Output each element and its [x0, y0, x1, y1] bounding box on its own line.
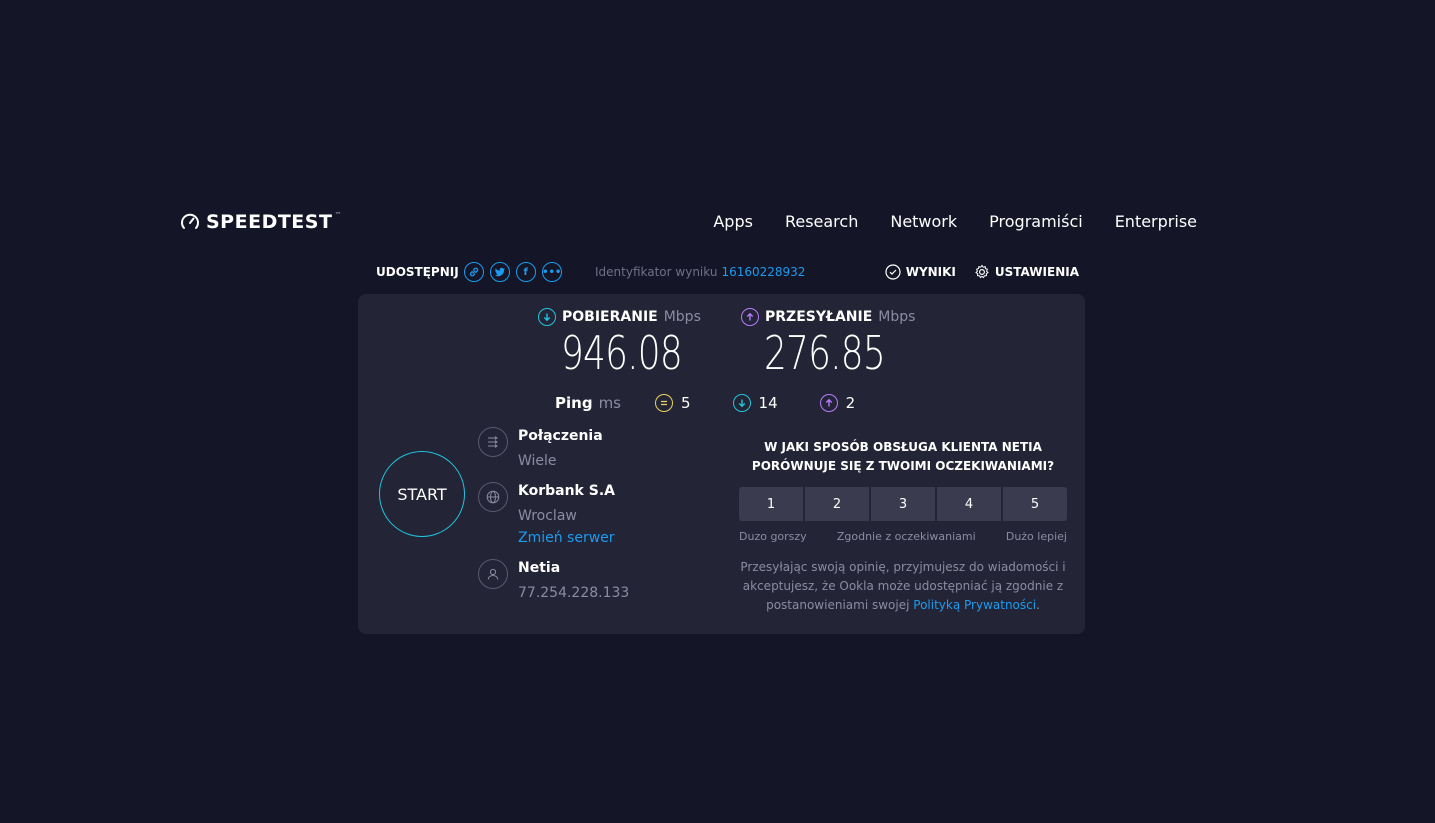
rating-scale: 1 2 3 4 5 — [739, 487, 1067, 521]
rating-option-5[interactable]: 5 — [1003, 487, 1067, 521]
upload-value: 276.85 — [764, 326, 886, 380]
download-unit: Mbps — [663, 309, 701, 325]
connections-title: Połączenia — [518, 428, 603, 444]
connections-value: Wiele — [518, 453, 557, 469]
ping-upload-value: 2 — [845, 394, 856, 412]
server-info: Korbank S.A Wroclaw Zmień serwer — [478, 482, 615, 547]
settings-button[interactable]: USTAWIENIA — [974, 264, 1079, 280]
upload-arrow-icon — [741, 308, 759, 326]
connections-icon[interactable] — [478, 427, 508, 457]
change-server-link[interactable]: Zmień serwer — [518, 529, 615, 547]
ping-download-value: 14 — [758, 394, 778, 412]
connections-info: Połączenia Wiele — [478, 427, 603, 470]
server-name: Korbank S.A — [518, 483, 615, 499]
download-header: POBIERANIE Mbps — [538, 308, 701, 326]
nav-network[interactable]: Network — [890, 212, 957, 231]
ping-idle-value: 5 — [681, 394, 691, 412]
share-label: UDOSTĘPNIJ — [376, 265, 459, 279]
twitter-icon[interactable] — [489, 262, 510, 282]
provider-name: Netia — [518, 560, 561, 576]
result-id-label: Identyfikator wyniku — [595, 265, 718, 279]
more-icon[interactable]: ••• — [541, 262, 562, 282]
provider-info: Netia 77.254.228.133 — [478, 559, 629, 602]
privacy-policy-link[interactable]: Polityką Prywatności — [913, 598, 1036, 612]
rating-mid-label: Zgodnie z oczekiwaniami — [836, 530, 976, 543]
ping-upload-icon — [819, 394, 838, 412]
ping-idle-icon — [655, 394, 673, 412]
main-nav: Apps Research Network Programiści Enterp… — [713, 212, 1197, 231]
gear-icon — [975, 264, 989, 279]
survey-disclaimer: Przesyłając swoją opinię, przyjmujesz do… — [736, 558, 1070, 615]
nav-enterprise[interactable]: Enterprise — [1115, 212, 1197, 231]
rating-labels: Duzo gorszy Zgodnie z oczekiwaniami Dużo… — [739, 530, 1067, 543]
results-label: WYNIKI — [905, 265, 956, 279]
results-button[interactable]: WYNIKI — [885, 264, 956, 280]
rating-option-1[interactable]: 1 — [739, 487, 803, 521]
ping-upload: 2 — [819, 394, 856, 412]
ping-row: Ping ms 5 14 2 — [555, 394, 897, 412]
result-card: POBIERANIE Mbps 946.08 PRZESYŁANIE Mbps … — [358, 294, 1085, 634]
server-city: Wroclaw — [518, 508, 577, 524]
ping-download-icon — [732, 394, 751, 412]
globe-icon — [478, 482, 508, 512]
disclaimer-period: . — [1036, 598, 1040, 612]
survey-question: W JAKI SPOSÓB OBSŁUGA KLIENTA NETIA PORÓ… — [751, 440, 1055, 473]
user-icon — [478, 559, 508, 589]
top-right-actions: WYNIKI USTAWIENIA — [885, 264, 1079, 280]
ping-label: Ping — [555, 394, 593, 412]
rating-option-2[interactable]: 2 — [805, 487, 869, 521]
nav-apps[interactable]: Apps — [713, 212, 753, 231]
ping-download: 14 — [732, 394, 778, 412]
speedometer-icon — [181, 213, 199, 229]
rating-option-4[interactable]: 4 — [937, 487, 1001, 521]
nav-research[interactable]: Research — [785, 212, 858, 231]
download-arrow-icon — [538, 308, 556, 326]
upload-unit: Mbps — [878, 309, 916, 325]
download-value: 946.08 — [561, 326, 683, 380]
share-bar: UDOSTĘPNIJ f ••• — [376, 260, 568, 284]
trademark-mark: ™ — [334, 211, 342, 219]
ping-unit: ms — [598, 394, 621, 412]
download-label: POBIERANIE — [562, 309, 658, 325]
rating-option-3[interactable]: 3 — [871, 487, 935, 521]
logo-text: SPEEDTEST — [206, 211, 333, 233]
rating-low-label: Duzo gorszy — [739, 530, 807, 543]
upload-label: PRZESYŁANIE — [765, 309, 873, 325]
check-circle-icon — [885, 264, 901, 280]
result-id-link[interactable]: 16160228932 — [721, 265, 805, 279]
nav-developers[interactable]: Programiści — [989, 212, 1083, 231]
start-button[interactable]: START — [379, 451, 465, 537]
ping-idle: 5 — [655, 394, 691, 412]
speedtest-logo[interactable]: SPEEDTEST ™ — [180, 211, 341, 233]
facebook-icon[interactable]: f — [515, 262, 536, 282]
provider-ip: 77.254.228.133 — [518, 585, 630, 601]
settings-label: USTAWIENIA — [994, 265, 1079, 279]
rating-high-label: Dużo lepiej — [1005, 530, 1067, 543]
result-id: Identyfikator wyniku 16160228932 — [595, 265, 805, 279]
upload-header: PRZESYŁANIE Mbps — [741, 308, 915, 326]
link-icon[interactable] — [463, 262, 484, 282]
